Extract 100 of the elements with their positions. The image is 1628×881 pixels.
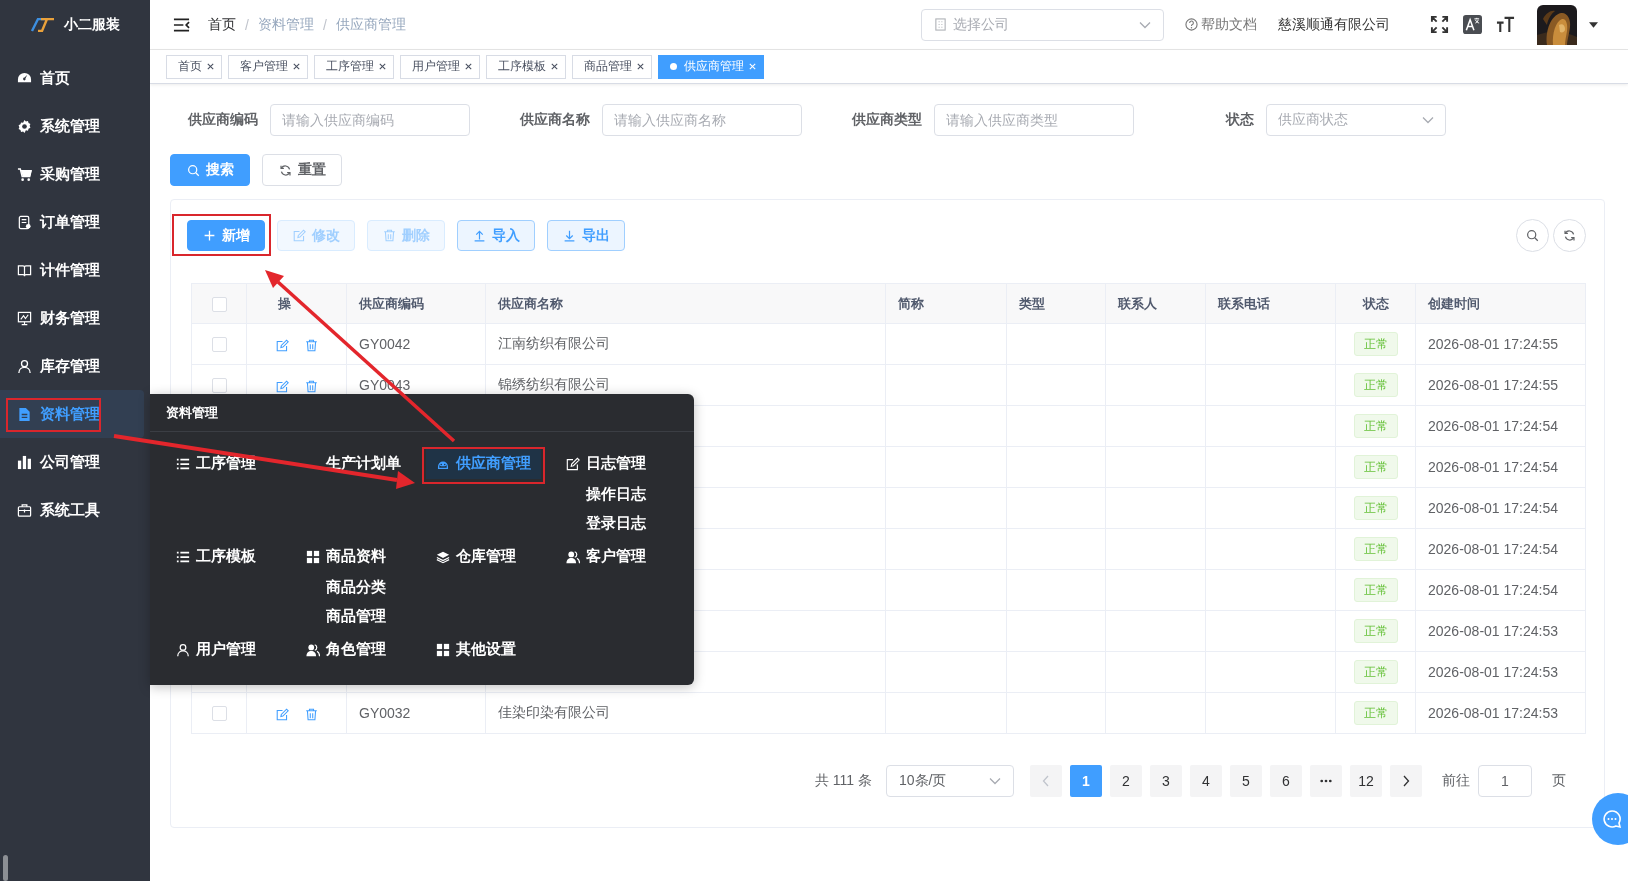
submenu-item[interactable]: 供应商管理 <box>426 448 541 479</box>
field-label: 状态 <box>1224 111 1254 129</box>
reset-button[interactable]: 重置 <box>262 154 342 186</box>
font-size-icon[interactable] <box>1496 15 1515 34</box>
table-cell: 2026-08-01 17:24:54 <box>1428 500 1558 516</box>
page-input[interactable]: 1 <box>1478 765 1532 797</box>
column-header: 联系人 <box>1118 295 1157 311</box>
tab[interactable]: 客户管理 <box>228 54 308 79</box>
close-icon[interactable] <box>206 62 215 71</box>
submenu-item[interactable]: 仓库管理 <box>426 541 526 572</box>
breadcrumb-separator: / <box>322 16 327 33</box>
submenu-item[interactable]: 商品资料 <box>296 541 396 572</box>
users-icon <box>306 642 320 657</box>
submenu-item[interactable]: 日志管理 <box>556 448 656 479</box>
field-label: 供应商类型 <box>851 111 922 129</box>
monitor-chart-icon <box>17 310 32 326</box>
page-size-select[interactable]: 10条/页 <box>886 765 1014 797</box>
sidebar-item[interactable]: 资料管理 <box>0 390 144 438</box>
refresh-button[interactable] <box>1553 219 1586 252</box>
submenu-item[interactable]: 登录日志 <box>556 508 686 537</box>
tab[interactable]: 首页 <box>166 54 222 79</box>
page-button[interactable]: 6 <box>1270 765 1302 797</box>
caret-icon[interactable] <box>1589 21 1598 28</box>
settings-icon <box>17 118 32 134</box>
close-icon[interactable] <box>292 62 301 71</box>
input-field[interactable]: 请输入供应商编码 <box>270 104 470 136</box>
status-tag: 正常 <box>1353 496 1398 520</box>
tab[interactable]: 工序管理 <box>314 54 394 79</box>
next-page-button[interactable] <box>1390 765 1422 797</box>
submenu-item[interactable]: 商品管理 <box>296 601 426 630</box>
close-icon[interactable] <box>636 62 645 71</box>
submenu-item[interactable]: 工序模板 <box>166 541 266 572</box>
fullscreen-icon[interactable] <box>1430 15 1449 34</box>
chevron-left-icon <box>1042 775 1050 787</box>
table-cell: 佳染印染有限公司 <box>498 704 610 720</box>
tab[interactable]: 用户管理 <box>400 54 480 79</box>
page-button[interactable]: 3 <box>1150 765 1182 797</box>
submenu-item[interactable]: 商品分类 <box>296 572 426 601</box>
sidebar-item[interactable]: 系统管理 <box>0 102 144 150</box>
field-label: 供应商编码 <box>187 111 258 129</box>
trash-icon <box>382 229 396 242</box>
close-icon[interactable] <box>550 62 559 71</box>
sidebar-item[interactable]: 财务管理 <box>0 294 144 342</box>
tab[interactable]: 商品管理 <box>572 54 652 79</box>
table-cell: GY0032 <box>359 705 411 721</box>
translate-icon[interactable] <box>1463 15 1482 34</box>
page-button[interactable]: 12 <box>1350 765 1382 797</box>
checkbox[interactable] <box>211 706 227 722</box>
scrollbar[interactable] <box>3 855 8 881</box>
table-cell: 2026-08-01 17:24:54 <box>1428 582 1558 598</box>
search-icon <box>186 163 200 177</box>
status-tag: 正常 <box>1353 619 1398 643</box>
sidebar-item[interactable]: 订单管理 <box>0 198 144 246</box>
page-button[interactable]: 4 <box>1190 765 1222 797</box>
submenu-item[interactable]: 操作日志 <box>556 479 686 508</box>
input-field[interactable]: 请输入供应商名称 <box>602 104 802 136</box>
sidebar-item[interactable]: 计件管理 <box>0 246 144 294</box>
checkbox[interactable] <box>211 378 227 394</box>
submenu-item[interactable]: 角色管理 <box>296 634 396 665</box>
edit-icon[interactable] <box>275 707 289 721</box>
briefcase-icon <box>17 502 32 518</box>
edit-icon[interactable] <box>275 338 289 352</box>
menu-icon[interactable] <box>173 17 190 32</box>
tab[interactable]: 工序模板 <box>486 54 566 79</box>
plus-icon <box>202 229 216 242</box>
sidebar-item[interactable]: 首页 <box>0 54 144 102</box>
trash-icon[interactable] <box>304 379 318 393</box>
upload-icon <box>472 229 486 242</box>
status-tag: 正常 <box>1353 701 1398 725</box>
close-icon[interactable] <box>464 62 473 71</box>
submenu-item[interactable]: 客户管理 <box>556 541 656 572</box>
input-field[interactable]: 请输入供应商类型 <box>934 104 1134 136</box>
sidebar-item[interactable]: 库存管理 <box>0 342 144 390</box>
download-icon <box>562 229 576 242</box>
table-cell: 2026-08-01 17:24:55 <box>1428 336 1558 352</box>
page-button[interactable]: 2 <box>1110 765 1142 797</box>
table-cell: 锦绣纺织有限公司 <box>498 376 610 392</box>
search-button[interactable] <box>1516 219 1549 252</box>
checkbox[interactable] <box>211 296 227 312</box>
trash-icon[interactable] <box>304 707 318 721</box>
edit-icon[interactable] <box>275 379 289 393</box>
checkbox[interactable] <box>211 337 227 353</box>
search-icon <box>1526 229 1539 242</box>
column-header: 创建时间 <box>1428 295 1480 311</box>
column-header: 联系电话 <box>1218 295 1270 311</box>
page-button[interactable]: 5 <box>1230 765 1262 797</box>
close-icon[interactable] <box>378 62 387 71</box>
users-icon <box>566 549 580 564</box>
submenu-item[interactable]: 其他设置 <box>426 634 526 665</box>
sidebar-item[interactable]: 公司管理 <box>0 438 144 486</box>
submenu-item[interactable]: 用户管理 <box>166 634 266 665</box>
breadcrumb-item[interactable]: 首页 <box>208 15 236 34</box>
sidebar-item[interactable]: 系统工具 <box>0 486 144 534</box>
status-tag: 正常 <box>1353 578 1398 602</box>
edit-icon <box>292 229 306 242</box>
status-tag: 正常 <box>1353 660 1398 684</box>
sidebar-item[interactable]: 采购管理 <box>0 150 144 198</box>
breadcrumb-separator: / <box>245 16 249 33</box>
trash-icon[interactable] <box>304 338 318 352</box>
help-link[interactable]: 帮助文档 <box>1185 15 1257 34</box>
